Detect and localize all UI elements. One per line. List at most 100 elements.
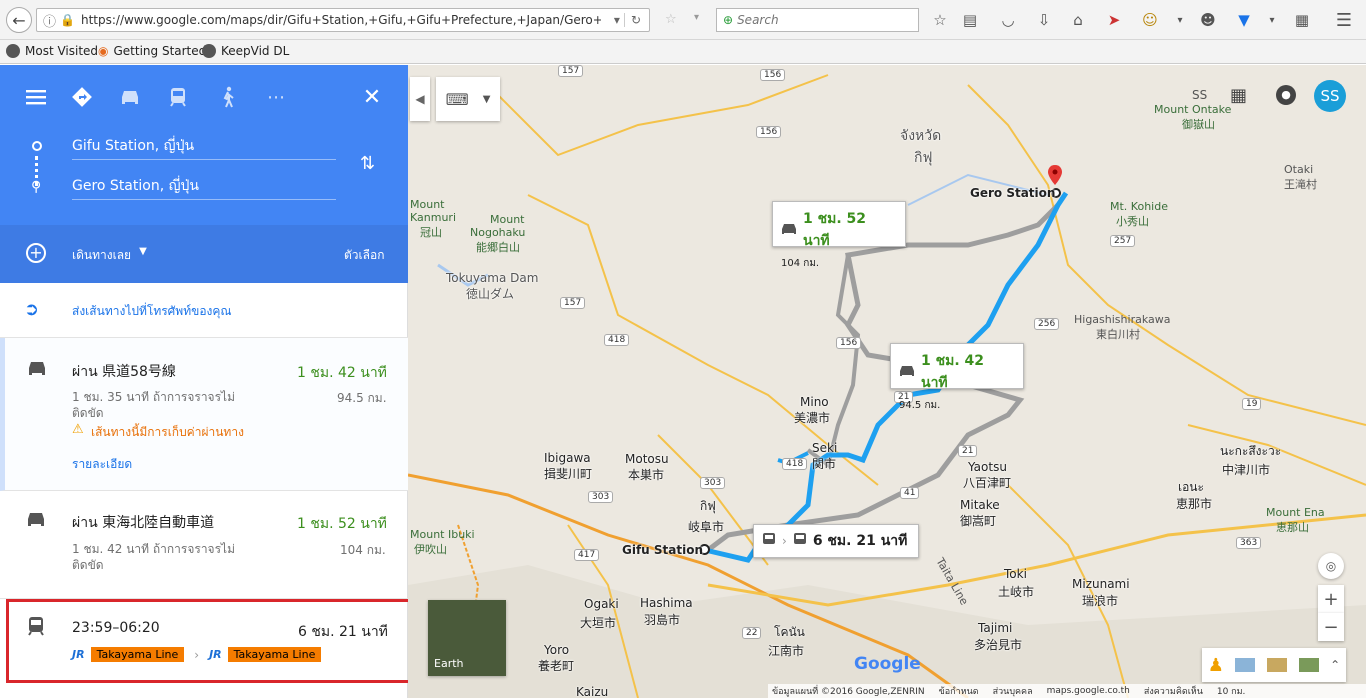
crosshair-icon: ◎ [1325,559,1337,573]
search-input[interactable] [737,13,898,27]
apps-grid-icon[interactable]: ▦ [1230,85,1247,106]
place-label: 多治見市 [974,638,1023,652]
my-location-button[interactable]: ◎ [1318,553,1344,579]
privacy-link[interactable]: ส่วนบุคคล [993,684,1033,698]
url-text[interactable]: https://www.google.com/maps/dir/Gifu+Sta… [81,13,601,27]
route-callout-main[interactable]: 1 ชม. 42 นาที 94.5 กม. [890,343,1024,411]
route-option-2[interactable]: ผ่าน 東海北陸自動車道 1 ชม. 52 นาที 1 ชม. 42 นาท… [0,491,408,599]
more-modes-icon[interactable]: ⋯ [264,85,288,109]
earth-toggle[interactable]: Earth [428,600,506,676]
notifications-icon[interactable]: ● [1276,85,1296,105]
minus-icon: − [1323,616,1339,638]
walking-mode-icon[interactable] [216,85,240,109]
place-label: Tokuyama Dam [446,271,539,285]
car-icon [899,365,915,380]
route-duration: 1 ชม. 42 นาที [297,365,387,381]
place-label: 養老町 [538,659,575,673]
imagery-thumb[interactable] [1298,658,1319,672]
place-label: Toki [1004,567,1027,581]
helper-dropdown-icon[interactable]: ▾ [1262,10,1282,30]
gear-icon [6,44,20,58]
reader-icon[interactable]: ☆ [665,12,677,27]
close-icon[interactable]: ✕ [360,85,384,110]
route-callout-alt[interactable]: 1 ชม. 52 นาที 104 กม. [772,201,906,269]
domain-link[interactable]: maps.google.co.th [1047,686,1130,696]
place-label: 瑞浪市 [1082,594,1119,608]
search-engine-dropdown-icon[interactable]: ▾ [694,12,699,23]
keyboard-button[interactable]: ⌨ ▼ [436,77,500,121]
dropdown-icon[interactable]: ▾ [614,13,620,27]
route-shield: 156 [836,337,862,349]
add-destination-icon[interactable]: + [26,243,46,263]
route-shield: 418 [782,458,808,470]
extension-icon[interactable]: ▦ [1292,10,1312,30]
place-label: 恵那山 [1276,521,1309,534]
place-label: 伊吹山 [414,543,447,556]
destination-pin-icon[interactable] [1048,165,1062,187]
place-label: Higashishirakawa [1074,313,1171,326]
map-canvas[interactable]: Gero Station Gifu Station จังหวัด กิฟุ M… [408,65,1366,698]
home-icon[interactable]: ⌂ [1068,10,1088,30]
menu-dropdown-icon[interactable]: ▾ [1170,10,1190,30]
route-via: ผ่าน 東海北陸自動車道 [72,515,215,531]
best-route-mode-icon[interactable] [70,85,94,109]
pegman-icon[interactable]: ♟ [1208,655,1224,676]
send-icon[interactable]: ➤ [1104,10,1124,30]
info-icon[interactable]: ⓘ [43,11,56,30]
bookmark-most-visited[interactable]: Most Visited [6,44,98,58]
reload-icon[interactable]: ↻ [623,13,641,27]
route-option-1[interactable]: ผ่าน 県道58号線 1 ชม. 42 นาที 1 ชม. 35 นาที … [0,338,408,491]
options-button[interactable]: ตัวเลือก [344,246,384,265]
place-label: Mount [490,213,525,226]
emoji-icon[interactable]: ☻ [1198,10,1218,30]
search-bar[interactable]: ⊕ [716,8,919,32]
collapse-panel-button[interactable]: ◀ [410,77,430,121]
line-badge: Takayama Line [90,647,185,662]
place-label: 美濃市 [794,411,831,425]
route-details-link[interactable]: รายละเอียด [72,455,132,474]
imagery-thumb[interactable] [1235,658,1256,672]
account-avatar[interactable]: SS [1314,80,1346,112]
bookmark-keepvid[interactable]: KeepVid DL [202,44,289,58]
route-callout-transit[interactable]: › 6 ชม. 21 นาที [753,524,919,558]
feedback-link[interactable]: ส่งความคิดเห็น [1144,684,1203,698]
url-bar[interactable]: ⓘ 🔒 https://www.google.com/maps/dir/Gifu… [36,8,650,32]
hamburger-menu-icon[interactable]: ☰ [1334,10,1354,31]
chevron-up-icon[interactable]: ⌃ [1330,658,1340,672]
monkey-icon[interactable]: ☺ [1140,10,1160,30]
route-traffic-note: 1 ชม. 35 นาที ถ้าการจราจรไม่ติดขัด [72,390,235,420]
toll-warning: เส้นทางนี้มีการเก็บค่าผ่านทาง [91,425,244,439]
zoom-in-button[interactable]: + [1318,585,1344,613]
terms-link[interactable]: ข้อกำหนด [939,684,979,698]
place-label: 中津川市 [1222,463,1271,477]
pocket-icon[interactable]: ◡ [998,10,1018,30]
bookmarks-library-icon[interactable]: ▤ [960,10,980,30]
origin-field[interactable]: Gifu Station, ญี่ปุ่น [72,135,336,160]
place-label: 小秀山 [1116,215,1149,228]
destination-field[interactable]: Gero Station, ญี่ปุ่น [72,175,336,200]
transit-mode-icon[interactable] [166,85,190,109]
imagery-thumb[interactable] [1267,658,1287,672]
place-label: 御嵩町 [960,514,997,528]
bookmark-star-icon[interactable]: ☆ [930,10,950,30]
download-helper-icon[interactable]: ▼ [1234,10,1254,30]
transit-route-option[interactable]: 23:59–06:20 6 ชม. 21 นาที JR Takayama Li… [6,599,422,683]
swap-icon[interactable]: ⇅ [360,153,375,174]
menu-icon[interactable] [24,85,48,109]
downloads-icon[interactable]: ⇩ [1034,10,1054,30]
zoom-out-button[interactable]: − [1318,613,1344,641]
car-mode-icon[interactable] [118,85,142,109]
callout-time: 1 ชม. 42 นาที [921,353,985,391]
line-badge: Takayama Line [227,647,322,662]
route-distance: 104 กม. [340,543,386,557]
place-label: กิฟุ [700,499,716,513]
depart-now-dropdown[interactable]: เดินทางเลย ▼ [72,246,147,265]
back-button[interactable]: ← [6,7,32,33]
place-label: 東白川村 [1096,328,1140,341]
transit-duration: 6 ชม. 21 นาที [298,624,388,640]
place-label: Ogaki [584,597,619,611]
bookmark-getting-started[interactable]: ◉ Getting Started [98,44,206,58]
map-attribution: ข้อมูลแผนที่ ©2016 Google,ZENRIN [772,687,925,697]
send-to-phone-row[interactable]: ➲ ส่งเส้นทางไปที่โทรศัพท์ของคุณ [0,283,408,338]
imagery-panel[interactable]: ♟ ⌃ [1202,648,1346,682]
